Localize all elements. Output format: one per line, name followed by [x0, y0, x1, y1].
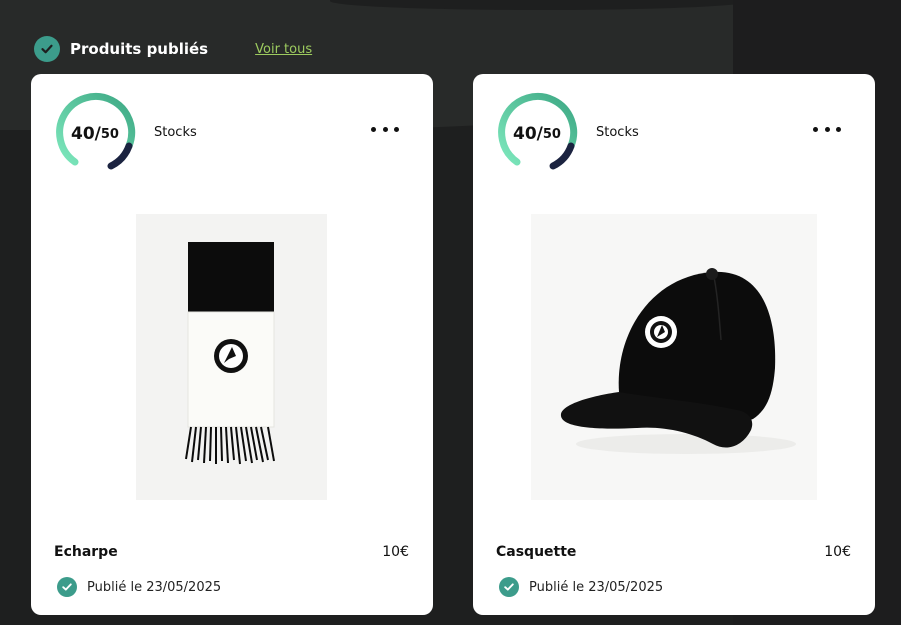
cap-image: [531, 214, 817, 500]
more-options-icon[interactable]: [371, 120, 399, 138]
section-title: Produits publiés: [70, 40, 209, 58]
check-icon: [34, 36, 60, 62]
stock-value: 40/50: [71, 124, 119, 144]
stock-value: 40/50: [513, 124, 561, 144]
check-icon: [57, 577, 77, 597]
product-name: Casquette: [496, 544, 577, 560]
stock-gauge: 40/50: [53, 92, 137, 176]
product-price: 10€: [382, 544, 409, 560]
stock-label: Stocks: [154, 125, 197, 140]
check-icon: [499, 577, 519, 597]
product-card[interactable]: 40/50 Stocks Echarpe 10€ Publié le 23/05…: [31, 74, 433, 615]
published-status: Publié le 23/05/2025: [57, 577, 221, 597]
section-header: Produits publiés Voir tous: [34, 36, 312, 62]
product-card[interactable]: 40/50 Stocks Casquette 10€ Publié le 23/…: [473, 74, 875, 615]
product-price: 10€: [824, 544, 851, 560]
stock-gauge: 40/50: [495, 92, 579, 176]
published-status: Publié le 23/05/2025: [499, 577, 663, 597]
more-options-icon[interactable]: [813, 120, 841, 138]
stock-label: Stocks: [596, 125, 639, 140]
scarf-image: [136, 214, 327, 500]
published-date: Publié le 23/05/2025: [529, 579, 664, 595]
see-all-link[interactable]: Voir tous: [255, 42, 312, 57]
product-name: Echarpe: [54, 544, 118, 560]
published-date: Publié le 23/05/2025: [87, 579, 222, 595]
